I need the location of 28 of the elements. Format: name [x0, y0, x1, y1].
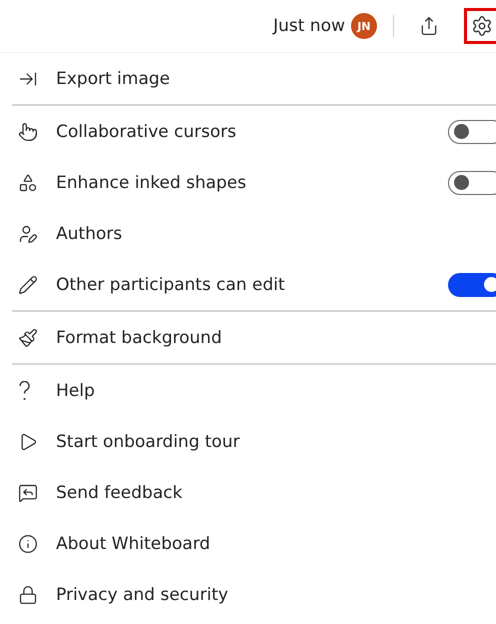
- menu-item[interactable]: Format background: [12, 312, 496, 363]
- feedback-icon: [18, 482, 38, 502]
- menu-item[interactable]: Collaborative cursors: [12, 106, 496, 157]
- info-icon: [18, 534, 38, 554]
- toggle-switch[interactable]: [448, 170, 496, 194]
- menu-item[interactable]: Start onboarding tour: [12, 416, 496, 467]
- hand-pointer-icon: [18, 122, 38, 142]
- shapes-icon: [18, 172, 38, 192]
- menu-item[interactable]: About Whiteboard: [12, 518, 496, 569]
- settings-icon: [471, 15, 493, 37]
- brush-icon: [18, 328, 38, 348]
- toggle-switch[interactable]: [448, 120, 496, 144]
- settings-button[interactable]: [464, 8, 496, 44]
- menu-item[interactable]: Authors: [12, 208, 496, 259]
- menu-item[interactable]: Privacy and security: [12, 569, 496, 620]
- toggle-switch[interactable]: [448, 272, 496, 296]
- lock-icon: [18, 584, 38, 604]
- question-icon: [18, 380, 30, 400]
- menu-item[interactable]: Other participants can edit: [12, 259, 496, 310]
- user-pen-icon: [18, 224, 38, 244]
- user-avatar[interactable]: JN: [351, 13, 377, 39]
- share-icon: [419, 16, 439, 36]
- menu-item[interactable]: Export image: [12, 53, 496, 104]
- menu-item[interactable]: Enhance inked shapes: [12, 157, 496, 208]
- menu-item[interactable]: Help: [12, 365, 496, 416]
- menu-item[interactable]: Send feedback: [12, 467, 496, 518]
- pencil-icon: [18, 274, 38, 294]
- status-text: Just now: [273, 16, 345, 36]
